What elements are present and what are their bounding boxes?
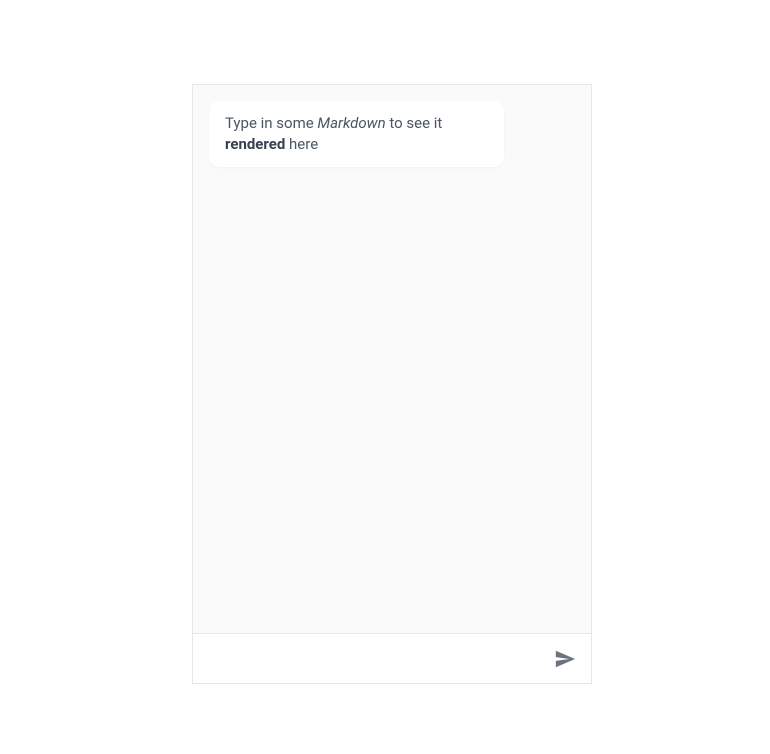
input-bar [193, 633, 591, 683]
message-bubble: Type in some Markdown to see it rendered… [209, 101, 504, 167]
send-button[interactable] [547, 641, 583, 677]
messages-area: Type in some Markdown to see it rendered… [193, 85, 591, 633]
send-icon [554, 648, 576, 670]
message-text: Type in some Markdown to see it rendered… [225, 114, 442, 153]
message-input[interactable] [209, 650, 547, 668]
chat-container: Type in some Markdown to see it rendered… [192, 84, 592, 684]
